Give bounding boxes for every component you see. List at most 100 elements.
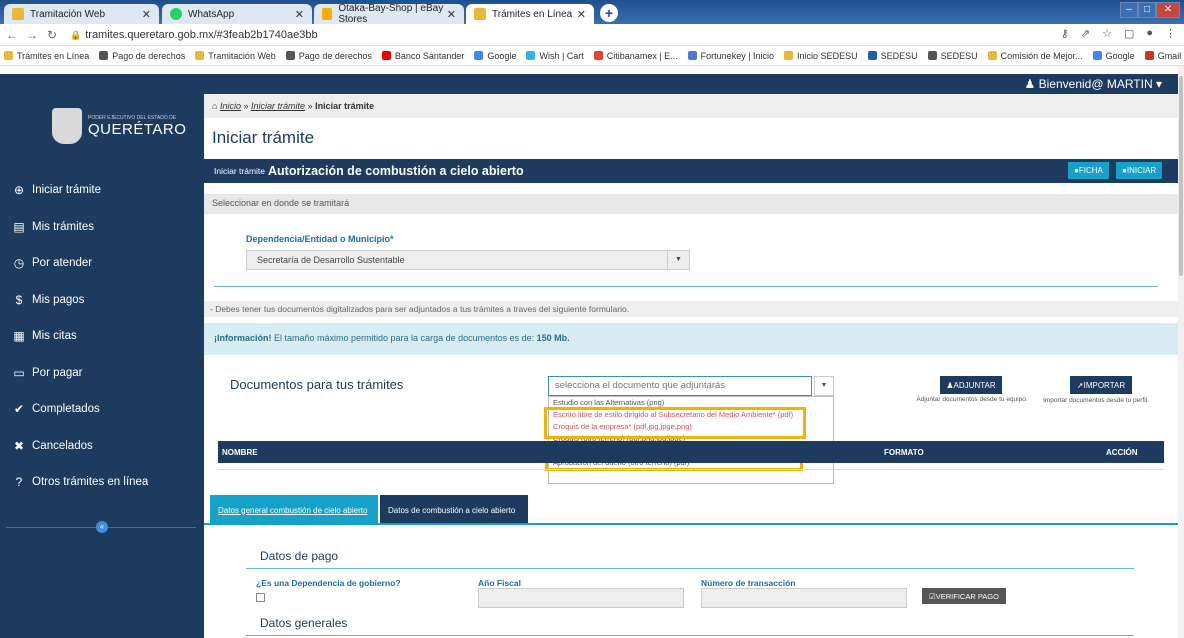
bookmark-favicon-icon [987,51,997,60]
question-circle-icon: ? [15,475,23,490]
sidebar-item-label: Cancelados [32,439,93,452]
bookmark-item[interactable]: Wish | Cart [526,51,584,61]
bookmark-favicon-icon [1144,51,1154,60]
browser-tab[interactable]: Tramitación Web ✕ [4,4,159,24]
browser-actions: ⚷ ⇗ ☆ ▢ ● ⋮ [1061,27,1176,40]
sidepanel-icon[interactable]: ▢ [1124,27,1134,40]
browser-tab[interactable]: WhatsApp ✕ [162,4,312,24]
importar-button[interactable]: ➚ IMPORTAR [1070,376,1132,394]
page-scrollbar[interactable] [1178,66,1184,638]
form-tabs: Datos general combustión de cielo abiert… [204,495,1178,525]
sidebar-item-3[interactable]: $ Mis pagos [0,282,204,319]
dependencia-checkbox[interactable] [256,593,265,602]
key-icon[interactable]: ⚷ [1061,27,1069,40]
adjuntar-button[interactable]: ♟ ADJUNTAR [940,376,1002,394]
divider [246,568,1134,569]
sidebar-item-label: Por atender [32,257,93,270]
forward-icon[interactable]: → [24,28,40,42]
document-select[interactable]: selecciona el documento que adjuntarás [548,376,812,396]
anio-fiscal-field[interactable] [478,588,684,608]
verificar-pago-button[interactable]: ☑ VERIFICAR PAGO [922,588,1006,604]
bookmark-item[interactable]: SEDESU [927,51,978,61]
bookmark-item[interactable]: Pago de derechos [99,51,185,61]
documents-title: Documentos para tus trámites [230,377,404,392]
dependencia-select[interactable]: Secretaría de Desarrollo Sustentable ▼ [246,250,690,270]
close-window-button[interactable]: ✕ [1156,2,1180,18]
menu-icon[interactable]: ⋮ [1165,27,1176,40]
credit-card-icon: ▭ [13,365,25,380]
shopping-bag-icon [322,8,333,20]
close-icon[interactable]: ✕ [577,8,586,21]
sidebar-item-6[interactable]: ✔ Completados [0,391,204,428]
tab-datos-combustion[interactable]: Datos de combustión a cielo abierto [380,495,528,525]
bookmark-item[interactable]: Fortunekey | Inicio [687,51,774,61]
bookmark-favicon-icon [867,51,877,60]
bookmark-item[interactable]: Inicio SEDESU [784,51,858,61]
sidebar-item-label: Mis trámites [32,220,94,233]
browser-tab[interactable]: Otaka-Bay-Shop | eBay Stores ✕ [314,3,464,25]
browser-tab-active[interactable]: Trámites en Línea ✕ [466,4,594,24]
bookmark-item[interactable]: Pago de derechos [285,51,372,61]
iniciar-button[interactable]: ● INICIAR [1116,162,1163,179]
scrollbar-thumb[interactable] [1179,76,1183,276]
sidebar-item-2[interactable]: ◷ Por atender [0,245,204,282]
sidebar-item-7[interactable]: ✖ Cancelados [0,428,204,465]
breadcrumb-iniciar[interactable]: Iniciar trámite [251,101,305,111]
sidebar-item-label: Otros trámites en línea [32,476,149,489]
ficha-button[interactable]: ● FICHA [1068,162,1109,179]
share-icon[interactable]: ⇗ [1081,27,1090,40]
main-content: ⌂ Inicio » Iniciar trámite » Iniciar trá… [204,94,1178,638]
bookmark-item[interactable]: Trámites en Línea [4,51,89,61]
bookmark-favicon-icon [1092,51,1102,60]
queretaro-logo[interactable]: PODER EJECUTIVO DEL ESTADO DE QUERÉTARO [52,108,186,144]
bookmark-favicon-icon [195,51,205,60]
page-title: Iniciar trámite [212,128,315,147]
calendar-icon: ▦ [13,329,25,344]
whatsapp-icon [170,8,182,20]
coat-of-arms-icon [52,108,82,144]
close-icon[interactable]: ✕ [142,8,151,21]
bookmark-item[interactable]: Google [1092,51,1135,61]
bookmark-favicon-icon [474,51,484,60]
transaccion-field[interactable] [701,588,907,608]
reload-icon[interactable]: ↻ [44,28,60,42]
close-icon[interactable]: ✕ [295,8,304,21]
anio-fiscal-label: Año Fiscal [478,578,521,588]
bookmark-item[interactable]: Banco Santander [381,51,464,61]
bookmark-item[interactable]: Citibanamex | E... [593,51,678,61]
bookmark-item[interactable]: Tramitación Web [195,51,276,61]
sidebar-item-4[interactable]: ▦ Mis citas [0,318,204,355]
bookmark-favicon-icon [784,51,794,60]
column-formato: FORMATO [884,448,924,457]
new-tab-button[interactable]: + [600,4,618,22]
bookmark-item[interactable]: Comisión de Mejor... [987,51,1083,61]
chevron-down-icon[interactable]: ▼ [814,376,834,396]
collapse-sidebar-icon[interactable]: « [96,521,108,533]
sidebar-item-1[interactable]: ▤ Mis trámites [0,209,204,246]
bookmark-item[interactable]: Google [474,51,516,61]
importar-hint: Importar documentos desde tu perfil. [1043,397,1149,404]
url-field[interactable]: 🔒 tramites.queretaro.gob.mx/#3feab2b1740a… [70,29,318,41]
breadcrumb-home[interactable]: Inicio [220,101,241,111]
breadcrumb-current: Iniciar trámite [315,101,375,111]
star-icon[interactable]: ☆ [1102,27,1112,40]
close-icon[interactable]: ✕ [447,8,456,21]
minimize-button[interactable]: – [1120,2,1138,18]
divider [214,286,1158,287]
user-menu[interactable]: ♟ Bienvenid@ MARTIN ▾ [1025,77,1162,91]
section-title-pago: Datos de pago [260,549,339,563]
check-icon: ☑ [929,591,936,601]
sidebar-item-label: Mis pagos [32,293,85,306]
user-icon: ♟ [1024,77,1039,91]
bookmark-item[interactable]: Gmail [1144,51,1181,61]
select-where-heading: Seleccionar en donde se tramitará [204,194,1178,214]
profile-icon[interactable]: ● [1146,27,1153,40]
sidebar-item-8[interactable]: ? Otros trámites en línea [0,464,204,501]
maximize-button[interactable]: □ [1138,2,1156,18]
tab-favicon-icon [12,8,24,20]
tab-datos-general[interactable]: Datos general combustión de cielo abiert… [210,495,378,525]
back-icon[interactable]: ← [4,28,20,42]
sidebar-item-0[interactable]: ⊕ Iniciar trámite [0,172,204,209]
sidebar-item-5[interactable]: ▭ Por pagar [0,355,204,392]
bookmark-item[interactable]: SEDESU [867,51,918,61]
